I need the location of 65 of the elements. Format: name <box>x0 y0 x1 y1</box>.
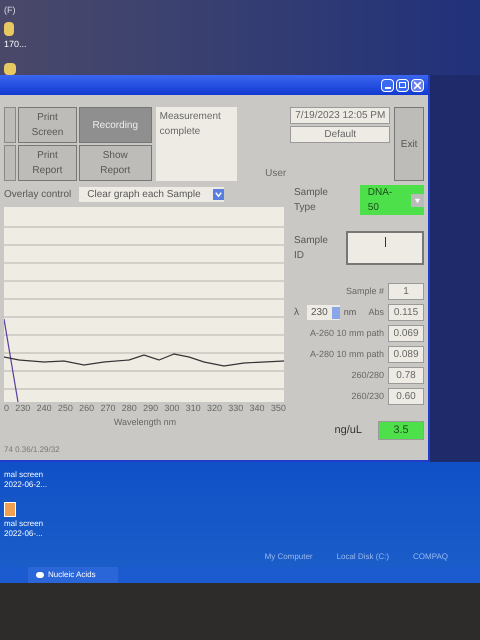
status-line: 74 0.36/1.29/32 <box>3 444 61 456</box>
minimize-icon[interactable] <box>381 78 394 92</box>
desktop-shortcut-label[interactable]: Local Disk (C:) <box>336 550 390 562</box>
reading-label: 260/280 <box>351 368 384 382</box>
desktop-shortcut-label[interactable]: COMPAQ <box>413 550 448 562</box>
axis-title: Wavelength nm <box>114 416 176 429</box>
axis-tick-label: 330 <box>228 402 244 415</box>
axis-tick-label: 320 <box>206 402 222 415</box>
reading-value: 0.115 <box>388 304 424 321</box>
axis-tick-label: 250 <box>58 402 73 415</box>
user-field: Default <box>290 126 390 143</box>
concentration-label: ng/uL <box>334 423 362 438</box>
overlay-dropdown[interactable]: Clear graph each Sample <box>79 186 224 202</box>
desktop-shortcut-label[interactable]: My Computer <box>264 550 313 562</box>
sample-type-label: Sample Type <box>294 186 329 215</box>
reading-label: Abs <box>368 306 384 319</box>
exit-button[interactable]: Exit <box>394 107 424 181</box>
drive-label: (F) <box>4 4 16 17</box>
sample-id-input[interactable] <box>346 231 424 265</box>
user-label: User <box>265 167 286 181</box>
axis-tick-label: 230 <box>15 402 30 415</box>
toolbar-button[interactable]: Print Screen <box>18 107 77 143</box>
date-time-field: 7/19/2023 12:05 PM <box>290 107 390 124</box>
taskbar-button[interactable]: Nucleic Acids <box>28 566 118 583</box>
reading-value: 0.089 <box>388 346 424 363</box>
reading-value: 0.069 <box>388 325 424 342</box>
reading-label: A-260 10 mm path <box>310 326 384 340</box>
sample-id-label: Sample ID <box>294 234 329 263</box>
wavelength-unit: nm <box>344 306 356 319</box>
spinner-arrows-icon <box>332 306 340 318</box>
reading-value: 0.78 <box>388 367 424 384</box>
lambda-symbol: λ <box>294 306 299 320</box>
reading-label: Sample # <box>346 284 384 298</box>
status-message: Measurement complete <box>156 107 238 181</box>
wavelength-spinner[interactable]: 230 <box>307 305 340 320</box>
axis-tick-label: 350 <box>270 402 286 415</box>
reading-value: 0.60 <box>388 388 424 405</box>
overlay-label: Overlay control <box>4 188 72 202</box>
folder-icon[interactable] <box>4 22 14 36</box>
file-icon[interactable] <box>4 502 16 516</box>
toolbar-button[interactable]: Recording <box>78 107 152 143</box>
reading-label: A-280 10 mm path <box>310 348 384 361</box>
folder-icon[interactable] <box>4 63 16 75</box>
desktop-icon-label[interactable]: mal screen 2022-06-2... <box>4 470 64 490</box>
axis-tick-label: 290 <box>143 402 158 415</box>
toolbar-button[interactable]: Print Report <box>18 145 77 181</box>
axis-tick-label: 310 <box>186 402 201 415</box>
sample-type-dropdown[interactable]: DNA-50 <box>360 185 424 215</box>
axis-tick-label: 260 <box>79 402 94 415</box>
axis-tick-label: 300 <box>164 402 180 415</box>
axis-tick-label: 270 <box>100 402 116 415</box>
reading-label: 260/230 <box>351 390 384 403</box>
axis-tick-label: 280 <box>122 402 137 415</box>
desktop-icon-label[interactable]: mal screen 2022-06-... <box>4 518 64 538</box>
concentration-value: 3.5 <box>378 421 424 440</box>
axis-tick-label: 0 <box>4 402 10 415</box>
close-icon[interactable] <box>411 78 424 92</box>
axis-tick-label: 340 <box>250 402 265 415</box>
desktop-icon-label[interactable]: 170... <box>4 38 27 51</box>
toolbar-button[interactable]: Show Report <box>78 145 152 181</box>
axis-tick-label: 240 <box>36 402 52 415</box>
maximize-icon[interactable] <box>396 78 409 92</box>
app-icon <box>36 572 44 578</box>
dropdown-arrow-icon <box>212 188 224 200</box>
reading-value: 1 <box>388 283 424 300</box>
